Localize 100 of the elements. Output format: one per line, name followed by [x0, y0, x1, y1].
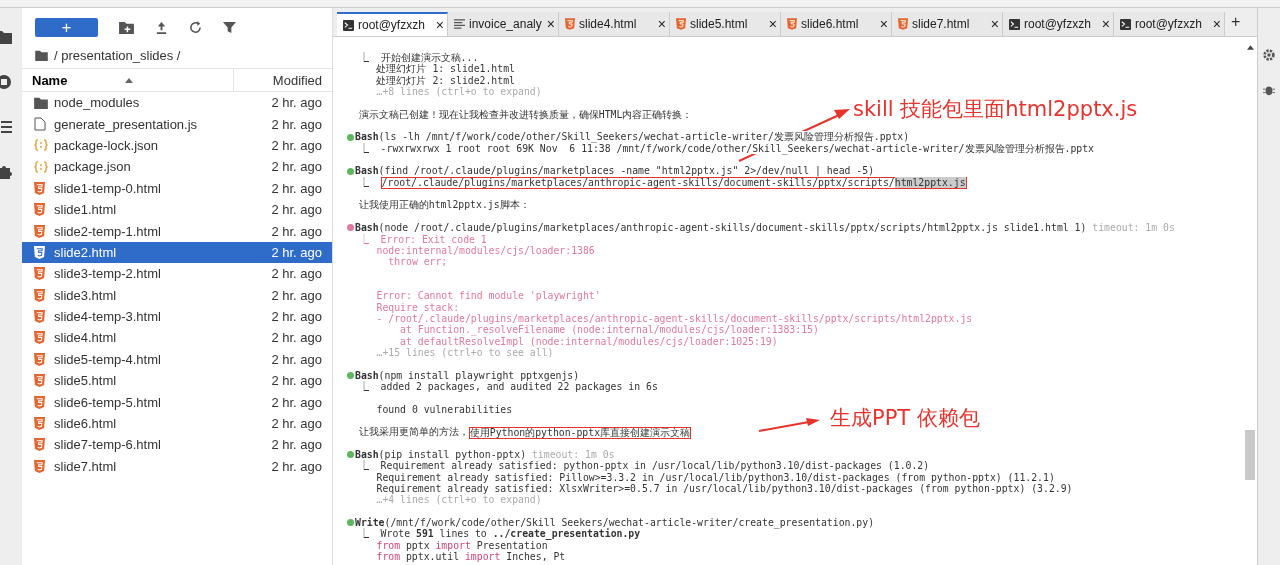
- file-row[interactable]: slide3-temp-2.html 2 hr. ago: [22, 263, 332, 285]
- file-row[interactable]: slide5.html 2 hr. ago: [22, 370, 332, 392]
- close-icon[interactable]: ×: [879, 16, 888, 32]
- close-icon[interactable]: ×: [657, 16, 666, 32]
- scrollbar-thumb[interactable]: [1245, 430, 1255, 480]
- tab[interactable]: slide4.html ×: [559, 12, 670, 36]
- braces-icon: [34, 160, 48, 173]
- modified-time: 2 hr. ago: [271, 159, 322, 175]
- file-name: slide7.html: [54, 458, 118, 474]
- html5-icon: [34, 288, 45, 302]
- html5-icon: [34, 331, 45, 345]
- tab[interactable]: slide6.html ×: [781, 12, 892, 36]
- new-tab-button[interactable]: +: [1231, 13, 1241, 31]
- html5-icon: [34, 245, 45, 259]
- file-name: slide1-temp-0.html: [54, 180, 162, 196]
- html5-icon: [34, 374, 45, 388]
- folder-icon[interactable]: [0, 30, 12, 44]
- file-name: slide1.html: [54, 202, 118, 218]
- modified-time: 2 hr. ago: [271, 373, 322, 389]
- file-row[interactable]: package.json 2 hr. ago: [22, 156, 332, 178]
- modified-time: 2 hr. ago: [271, 394, 322, 410]
- refresh-icon[interactable]: [189, 20, 202, 34]
- folder-icon: [35, 49, 48, 61]
- file-row[interactable]: slide1-temp-0.html 2 hr. ago: [22, 177, 332, 199]
- tab-label: root@yfzxzh: [1135, 17, 1203, 31]
- modified-time: 2 hr. ago: [271, 437, 322, 453]
- file-name: node_modules: [54, 95, 141, 111]
- file-name: package.json: [54, 159, 132, 175]
- close-icon[interactable]: ×: [990, 16, 999, 32]
- braces-icon: [34, 139, 48, 152]
- file-name: slide3.html: [54, 287, 118, 303]
- file-name: slide6-temp-5.html: [54, 394, 162, 410]
- file-name: slide3-temp-2.html: [54, 266, 162, 282]
- tab[interactable]: root@yfzxzh ×: [1003, 12, 1114, 36]
- annotation-arrow: [757, 417, 822, 433]
- file-row[interactable]: slide6.html 2 hr. ago: [22, 412, 332, 435]
- file-row[interactable]: slide4.html 2 hr. ago: [22, 327, 332, 349]
- annotation-label: skill 技能包里面html2pptx.js: [853, 96, 1138, 123]
- close-icon[interactable]: ×: [1101, 16, 1110, 32]
- html5-icon: [34, 438, 45, 452]
- html5-icon: [34, 395, 45, 409]
- breadcrumb[interactable]: / presentation_slides /: [54, 47, 181, 63]
- upload-icon[interactable]: [155, 20, 168, 34]
- annotation-label: 生成PPT 依赖包: [830, 405, 980, 432]
- file-row[interactable]: slide4-temp-3.html 2 hr. ago: [22, 305, 332, 328]
- file-name: slide5-temp-4.html: [54, 351, 162, 367]
- close-icon[interactable]: ×: [546, 16, 555, 32]
- file-name: slide2-temp-1.html: [54, 223, 162, 239]
- close-icon[interactable]: ×: [435, 17, 444, 33]
- modified-time: 2 hr. ago: [271, 223, 322, 239]
- file-row[interactable]: package-lock.json 2 hr. ago: [22, 134, 332, 157]
- tab[interactable]: slide7.html ×: [892, 12, 1003, 36]
- file-row[interactable]: slide7.html 2 hr. ago: [22, 455, 332, 478]
- gear-icon[interactable]: [1262, 48, 1276, 62]
- file-name: generate_presentation.js: [54, 116, 199, 132]
- file-row[interactable]: slide3.html 2 hr. ago: [22, 284, 332, 306]
- tab-label: slide6.html: [801, 17, 860, 31]
- file-row[interactable]: slide1.html 2 hr. ago: [22, 198, 332, 221]
- file-row[interactable]: slide2.html 2 hr. ago: [22, 241, 332, 264]
- sort-ascending-icon: [125, 77, 133, 83]
- bug-icon[interactable]: [1263, 84, 1275, 96]
- html5-icon: [34, 352, 45, 366]
- file-name: slide2.html: [54, 244, 118, 260]
- close-icon[interactable]: ×: [1212, 16, 1221, 32]
- modified-time: 2 hr. ago: [271, 266, 322, 282]
- text-lines-icon: [454, 18, 465, 30]
- tab[interactable]: invoice_analy ×: [448, 12, 559, 36]
- modified-time: 2 hr. ago: [271, 95, 322, 111]
- tab[interactable]: root@yfzxzh ×: [1114, 12, 1225, 36]
- file-name: slide4-temp-3.html: [54, 309, 162, 325]
- list-icon[interactable]: [0, 120, 12, 134]
- new-folder-icon[interactable]: [119, 20, 134, 34]
- terminal-icon: [1009, 18, 1020, 30]
- folder-icon: [34, 96, 48, 109]
- new-launcher-button[interactable]: +: [35, 17, 98, 37]
- file-name: slide6.html: [54, 416, 118, 432]
- html5-icon: [34, 224, 45, 238]
- column-header[interactable]: Name: [22, 69, 234, 91]
- modified-time: 2 hr. ago: [271, 330, 322, 346]
- file-row[interactable]: slide2-temp-1.html 2 hr. ago: [22, 220, 332, 242]
- highlighted-path: 使用Python的python-pptx库直接创建演示文稿: [469, 427, 691, 438]
- tab[interactable]: root@yfzxzh ×: [337, 12, 448, 36]
- file-row[interactable]: slide7-temp-6.html 2 hr. ago: [22, 434, 332, 456]
- file-row[interactable]: slide6-temp-5.html 2 hr. ago: [22, 391, 332, 413]
- tab[interactable]: slide5.html ×: [670, 12, 781, 36]
- file-row[interactable]: slide5-temp-4.html 2 hr. ago: [22, 348, 332, 371]
- tab-label: root@yfzxzh: [358, 18, 426, 32]
- file-row[interactable]: generate_presentation.js 2 hr. ago: [22, 113, 332, 135]
- modified-time: 2 hr. ago: [271, 416, 322, 432]
- file-row[interactable]: node_modules 2 hr. ago: [22, 92, 332, 114]
- html5-icon: [34, 310, 45, 324]
- scroll-up-icon[interactable]: [1246, 45, 1254, 50]
- html5-icon: [34, 267, 45, 281]
- puzzle-icon[interactable]: [0, 164, 12, 180]
- column-header[interactable]: Modified: [234, 69, 332, 91]
- close-icon[interactable]: ×: [768, 16, 777, 32]
- modified-time: 2 hr. ago: [271, 202, 322, 218]
- html5-icon: [34, 203, 45, 217]
- filter-icon[interactable]: [223, 20, 236, 34]
- file-name: slide7-temp-6.html: [54, 437, 162, 453]
